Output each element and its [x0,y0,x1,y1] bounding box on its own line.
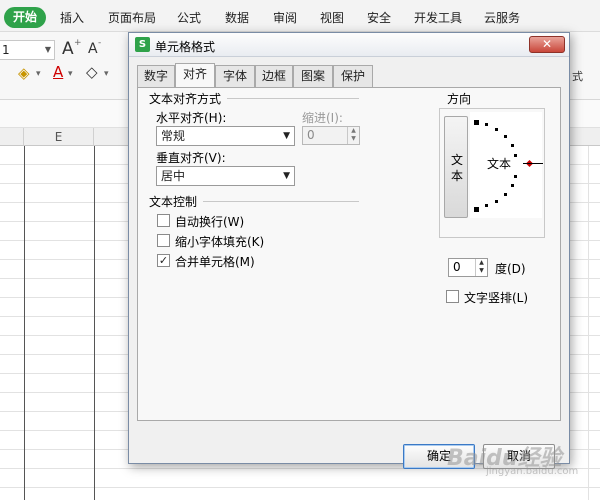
menu-bar: 开始 插入 页面布局 公式 数据 审阅 视图 安全 开发工具 云服务 [0,0,600,32]
grow-font-plus: + [74,38,82,48]
menu-cloud[interactable]: 云服务 [484,9,520,26]
dial-marker [474,207,479,212]
column-header-e[interactable]: E [24,128,94,146]
font-size-combo[interactable]: 1 ▼ [0,40,55,60]
chevron-down-icon: ▼ [283,131,290,141]
chevron-down-icon: ▼ [283,171,290,181]
orientation-dial[interactable]: 文本 [470,112,543,218]
menu-review[interactable]: 审阅 [273,9,297,26]
shrink-font-icon[interactable]: A [88,41,98,57]
dial-tick [485,204,488,207]
chevron-down-icon: ▼ [44,45,51,54]
merge-cells-checkbox[interactable]: ✓ [157,254,170,267]
text-alignment-group-title: 文本对齐方式 [149,92,222,106]
degrees-value: 0 [453,260,461,274]
grow-font-icon[interactable]: A [62,39,74,59]
dial-tick [495,128,498,131]
horizontal-align-value: 常规 [161,129,186,143]
indent-label: 缩进(I): [302,111,343,125]
watermark-url: jingyan.baidu.com [486,466,579,477]
vertical-align-select[interactable]: 居中 ▼ [156,166,295,186]
group-divider [203,201,359,202]
tab-number[interactable]: 数字 [137,65,175,87]
wrap-text-checkbox[interactable] [157,214,170,227]
shrink-to-fit-checkbox[interactable] [157,234,170,247]
wps-s-icon: S [135,37,150,52]
column-divider [588,146,589,500]
chevron-down-icon[interactable]: ▾ [36,69,41,79]
text-control-group-title: 文本控制 [149,195,198,209]
vertical-layout-label[interactable]: 文字竖排(L) [464,289,528,306]
font-size-value: 1 [2,43,10,57]
alignment-panel: 文本对齐方式 水平对齐(H): 常规 ▼ 缩进(I): 0 ▲ ▼ 垂直对齐(V)… [137,87,561,421]
dial-tick [485,123,488,126]
vertical-text-char: 文 [451,153,464,167]
dial-tick [511,184,514,187]
vertical-align-value: 居中 [161,169,186,183]
dial-needle [523,163,543,164]
close-button[interactable]: ✕ [529,36,565,53]
menu-start-tab[interactable]: 开始 [4,7,46,28]
chevron-down-icon[interactable]: ▾ [68,69,73,79]
chevron-down-icon[interactable]: ▾ [104,69,109,79]
eraser-icon[interactable]: ◇ [86,63,98,81]
column-divider [94,146,95,500]
vertical-align-label: 垂直对齐(V): [156,151,226,165]
dial-tick [511,144,514,147]
dial-text: 文本 [487,157,512,171]
menu-insert[interactable]: 插入 [60,9,84,26]
column-e-label: E [54,130,63,144]
degrees-stepper[interactable]: 0 ▲ ▼ [448,258,488,277]
dial-tick [514,154,517,157]
stepper-arrows-icon: ▲ ▼ [347,127,359,144]
orientation-group-title: 方向 [447,92,472,106]
menu-formulas[interactable]: 公式 [177,9,201,26]
tab-font[interactable]: 字体 [215,65,255,87]
vertical-text-button[interactable]: 文 本 [444,116,468,218]
group-divider [227,98,359,99]
shrink-font-minus: - [98,38,102,48]
menu-security[interactable]: 安全 [367,9,391,26]
menu-view[interactable]: 视图 [320,9,344,26]
menu-developer[interactable]: 开发工具 [414,9,462,26]
dial-tick [514,175,517,178]
ribbon-style-label[interactable]: 式 [572,68,583,84]
shrink-to-fit-label[interactable]: 缩小字体填充(K) [175,233,264,250]
font-color-icon[interactable]: A [53,63,63,81]
wrap-text-label[interactable]: 自动换行(W) [175,213,244,230]
tab-border[interactable]: 边框 [255,65,293,87]
tab-alignment[interactable]: 对齐 [175,63,215,87]
dialog-title: 单元格格式 [155,40,216,54]
tab-protection[interactable]: 保护 [333,65,373,87]
indent-value: 0 [307,128,315,142]
merge-cells-label[interactable]: 合并单元格(M) [175,253,255,270]
tab-pattern[interactable]: 图案 [293,65,333,87]
horizontal-align-select[interactable]: 常规 ▼ [156,126,295,146]
menu-page-layout[interactable]: 页面布局 [108,9,156,26]
dial-tick [495,200,498,203]
stepper-arrows-icon[interactable]: ▲ ▼ [475,259,487,276]
format-cells-dialog: S 单元格格式 ✕ 数字 对齐 字体 边框 图案 保护 文本对齐方式 水平对齐(… [128,32,570,469]
orientation-box: 文 本 文本 [439,108,545,238]
dial-tick [504,135,507,138]
menu-data[interactable]: 数据 [225,9,249,26]
dial-marker [474,120,479,125]
column-divider [24,146,25,500]
degrees-label: 度(D) [495,262,526,276]
horizontal-align-label: 水平对齐(H): [156,111,227,125]
vertical-text-char: 本 [451,169,464,183]
indent-stepper: 0 ▲ ▼ [302,126,360,145]
close-icon: ✕ [541,37,553,51]
column-header-d[interactable] [0,128,24,146]
dialog-titlebar[interactable]: S 单元格格式 ✕ [129,33,569,57]
dial-tick [504,193,507,196]
fill-color-icon[interactable]: ◈ [18,64,30,82]
vertical-layout-checkbox[interactable] [446,290,459,303]
